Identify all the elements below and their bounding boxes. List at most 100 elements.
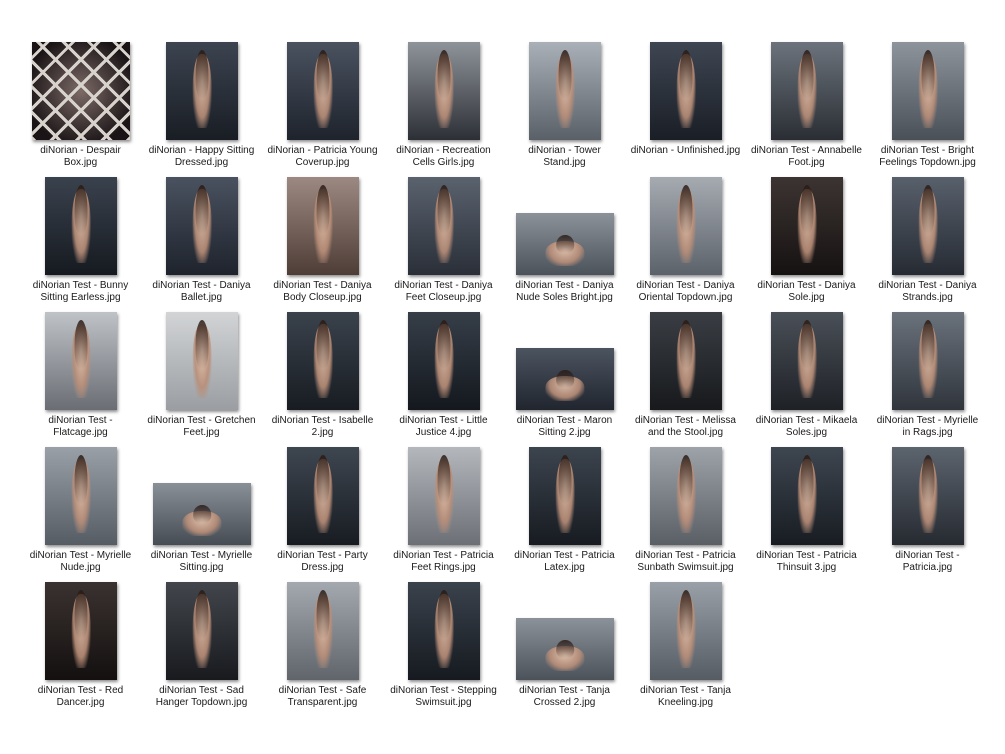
file-name-label: diNorian Test - Daniya Strands.jpg: [878, 280, 977, 303]
image-thumbnail[interactable]: [892, 312, 964, 410]
image-thumbnail[interactable]: [166, 312, 238, 410]
image-thumbnail[interactable]: [650, 312, 722, 410]
file-name-label: diNorian Test - Daniya Sole.jpg: [757, 280, 856, 303]
thumbnail-area: [746, 175, 867, 275]
file-item[interactable]: diNorian Test - Tanja Kneeling.jpg: [625, 580, 746, 715]
file-item[interactable]: diNorian Test - Patricia Thinsuit 3.jpg: [746, 445, 867, 580]
file-item[interactable]: diNorian Test - Gretchen Feet.jpg: [141, 310, 262, 445]
image-thumbnail[interactable]: [529, 447, 601, 545]
image-thumbnail[interactable]: [45, 582, 117, 680]
file-item[interactable]: diNorian Test - Patricia Feet Rings.jpg: [383, 445, 504, 580]
image-thumbnail[interactable]: [45, 447, 117, 545]
image-thumbnail[interactable]: [408, 42, 480, 140]
file-item[interactable]: diNorian Test - Myrielle in Rags.jpg: [867, 310, 988, 445]
file-item[interactable]: diNorian - Recreation Cells Girls.jpg: [383, 40, 504, 175]
file-item[interactable]: diNorian Test - Patricia Sunbath Swimsui…: [625, 445, 746, 580]
file-item[interactable]: diNorian - Unfinished.jpg: [625, 40, 746, 175]
file-item[interactable]: diNorian - Despair Box.jpg: [20, 40, 141, 175]
thumbnail-area: [262, 40, 383, 140]
thumbnail-area: [746, 40, 867, 140]
image-thumbnail[interactable]: [771, 312, 843, 410]
image-thumbnail[interactable]: [650, 177, 722, 275]
image-thumbnail[interactable]: [771, 42, 843, 140]
file-name-label: diNorian Test - Daniya Body Closeup.jpg: [273, 280, 372, 303]
file-item[interactable]: diNorian Test - Annabelle Foot.jpg: [746, 40, 867, 175]
file-item[interactable]: diNorian Test - Patricia Latex.jpg: [504, 445, 625, 580]
figure-hair-shape: [437, 454, 451, 504]
image-thumbnail[interactable]: [287, 177, 359, 275]
file-name-label: diNorian Test - Flatcage.jpg: [48, 415, 113, 438]
image-thumbnail[interactable]: [287, 42, 359, 140]
figure-hair-shape: [74, 184, 88, 234]
thumbnail-area: [504, 445, 625, 545]
file-item[interactable]: diNorian Test - Daniya Body Closeup.jpg: [262, 175, 383, 310]
file-item[interactable]: diNorian Test - Daniya Oriental Topdown.…: [625, 175, 746, 310]
thumbnail-area: [20, 310, 141, 410]
file-item[interactable]: diNorian Test - Daniya Sole.jpg: [746, 175, 867, 310]
figure-hair-shape: [679, 454, 693, 504]
file-item[interactable]: diNorian Test - Maron Sitting 2.jpg: [504, 310, 625, 445]
thumbnail-area: [383, 445, 504, 545]
image-thumbnail[interactable]: [45, 312, 117, 410]
file-item[interactable]: diNorian - Tower Stand.jpg: [504, 40, 625, 175]
image-thumbnail[interactable]: [771, 447, 843, 545]
file-name-label: diNorian Test - Myrielle in Rags.jpg: [876, 415, 979, 438]
image-thumbnail[interactable]: [892, 42, 964, 140]
image-thumbnail[interactable]: [516, 348, 614, 410]
image-thumbnail[interactable]: [287, 312, 359, 410]
file-name-label: diNorian Test - Daniya Oriental Topdown.…: [636, 280, 735, 303]
file-item[interactable]: diNorian Test - Flatcage.jpg: [20, 310, 141, 445]
file-item[interactable]: diNorian Test - Red Dancer.jpg: [20, 580, 141, 715]
thumbnail-area: [262, 445, 383, 545]
image-thumbnail[interactable]: [516, 213, 614, 275]
image-thumbnail[interactable]: [529, 42, 601, 140]
image-thumbnail[interactable]: [650, 447, 722, 545]
file-item[interactable]: diNorian Test - Party Dress.jpg: [262, 445, 383, 580]
file-item[interactable]: diNorian Test - Daniya Nude Soles Bright…: [504, 175, 625, 310]
image-thumbnail[interactable]: [408, 447, 480, 545]
image-thumbnail[interactable]: [408, 582, 480, 680]
file-grid: diNorian - Despair Box.jpg diNorian - Hap…: [0, 0, 1005, 754]
file-item[interactable]: diNorian Test - Bright Feelings Topdown.…: [867, 40, 988, 175]
image-thumbnail[interactable]: [650, 582, 722, 680]
image-thumbnail[interactable]: [45, 177, 117, 275]
file-item[interactable]: diNorian Test - Stepping Swimsuit.jpg: [383, 580, 504, 715]
file-item[interactable]: diNorian - Patricia Young Coverup.jpg: [262, 40, 383, 175]
image-thumbnail[interactable]: [287, 582, 359, 680]
image-thumbnail[interactable]: [166, 177, 238, 275]
file-item[interactable]: diNorian Test - Bunny Sitting Earless.jp…: [20, 175, 141, 310]
file-item[interactable]: diNorian Test - Little Justice 4.jpg: [383, 310, 504, 445]
file-item[interactable]: diNorian - Happy Sitting Dressed.jpg: [141, 40, 262, 175]
file-item[interactable]: diNorian Test - Sad Hanger Topdown.jpg: [141, 580, 262, 715]
file-name-label: diNorian Test - Patricia Sunbath Swimsui…: [635, 550, 736, 573]
file-item[interactable]: diNorian Test - Mikaela Soles.jpg: [746, 310, 867, 445]
image-thumbnail[interactable]: [166, 42, 238, 140]
image-thumbnail[interactable]: [516, 618, 614, 680]
file-item[interactable]: diNorian Test - Safe Transparent.jpg: [262, 580, 383, 715]
figure-hair-shape: [679, 319, 693, 369]
file-item[interactable]: diNorian Test - Tanja Crossed 2.jpg: [504, 580, 625, 715]
file-item[interactable]: diNorian Test - Myrielle Nude.jpg: [20, 445, 141, 580]
image-thumbnail[interactable]: [287, 447, 359, 545]
thumbnail-area: [141, 175, 262, 275]
image-thumbnail[interactable]: [166, 582, 238, 680]
image-thumbnail[interactable]: [408, 312, 480, 410]
image-thumbnail[interactable]: [892, 447, 964, 545]
file-item[interactable]: diNorian Test - Patricia.jpg: [867, 445, 988, 580]
image-thumbnail[interactable]: [408, 177, 480, 275]
figure-hair-shape: [316, 589, 330, 639]
image-thumbnail[interactable]: [32, 42, 130, 140]
image-thumbnail[interactable]: [153, 483, 251, 545]
file-item[interactable]: diNorian Test - Melissa and the Stool.jp…: [625, 310, 746, 445]
file-item[interactable]: diNorian Test - Isabelle 2.jpg: [262, 310, 383, 445]
file-item[interactable]: diNorian Test - Daniya Strands.jpg: [867, 175, 988, 310]
file-name-label: diNorian Test - Party Dress.jpg: [277, 550, 368, 573]
file-item[interactable]: diNorian Test - Daniya Feet Closeup.jpg: [383, 175, 504, 310]
thumbnail-area: [262, 175, 383, 275]
figure-hair-shape: [437, 589, 451, 639]
image-thumbnail[interactable]: [650, 42, 722, 140]
image-thumbnail[interactable]: [892, 177, 964, 275]
file-item[interactable]: diNorian Test - Daniya Ballet.jpg: [141, 175, 262, 310]
file-item[interactable]: diNorian Test - Myrielle Sitting.jpg: [141, 445, 262, 580]
image-thumbnail[interactable]: [771, 177, 843, 275]
